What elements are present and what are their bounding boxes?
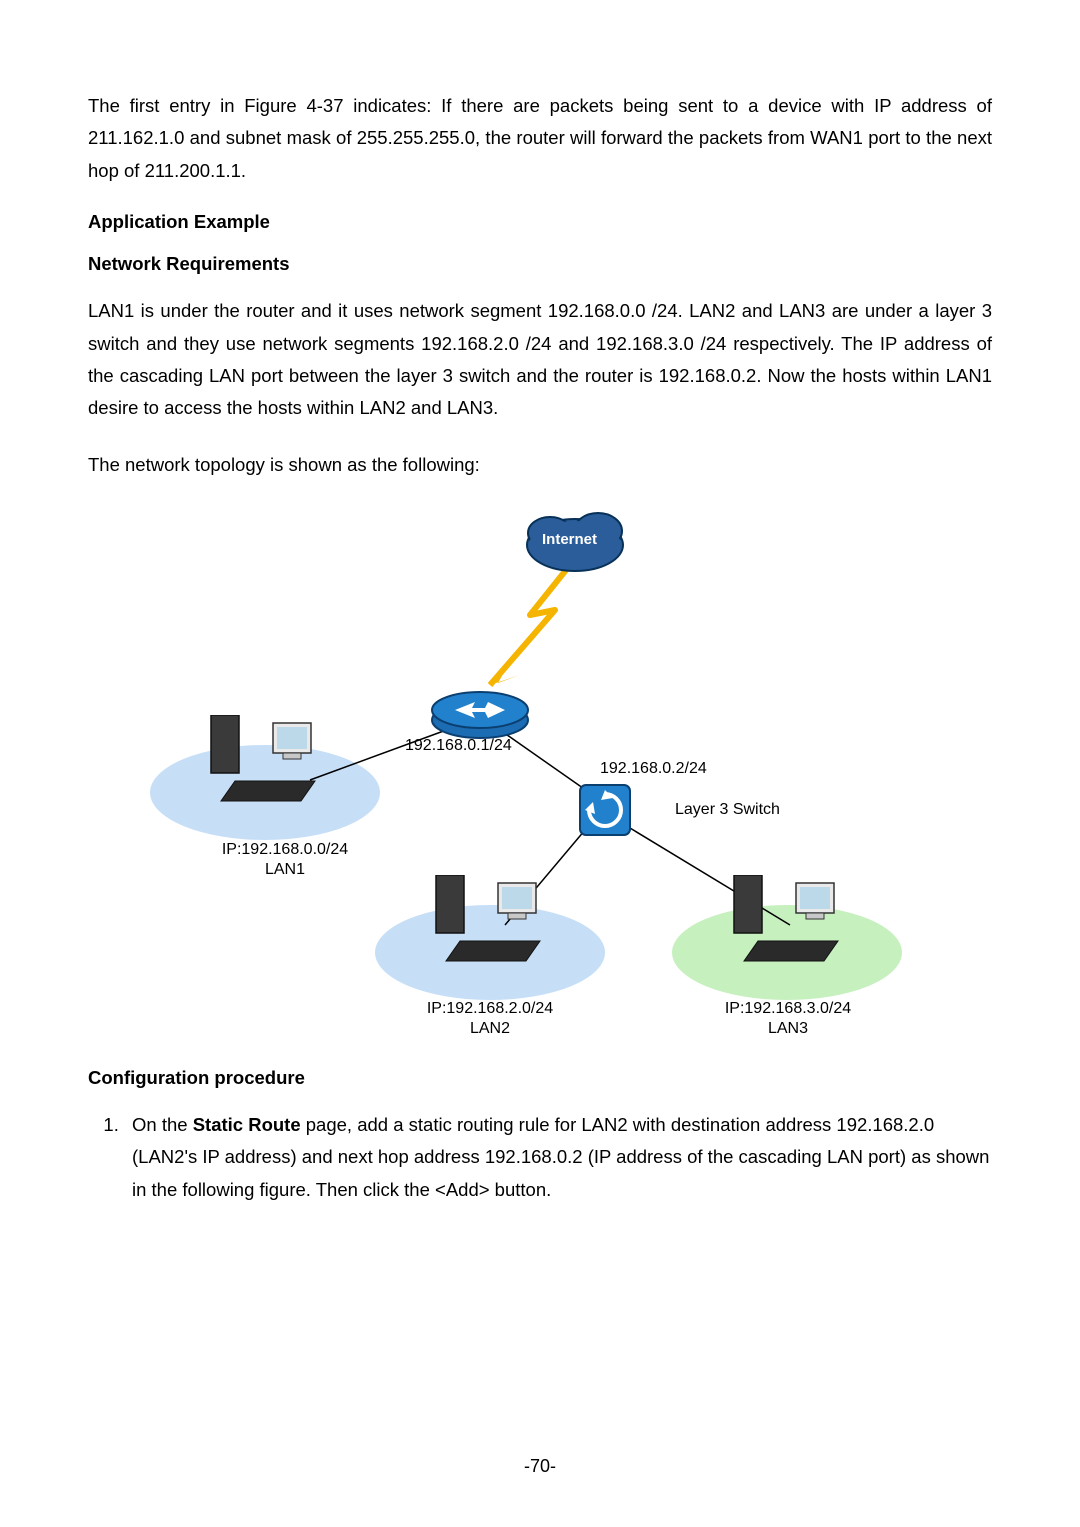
requirements-paragraph: LAN1 is under the router and it uses net…: [88, 295, 992, 425]
pc-lan3-icon: [728, 875, 848, 975]
router-icon: [430, 680, 530, 740]
step1-prefix: On the: [132, 1114, 193, 1135]
page-number: -70-: [0, 1456, 1080, 1477]
intro-paragraph: The first entry in Figure 4-37 indicates…: [88, 90, 992, 187]
switch-ip-label: 192.168.0.2/24: [600, 760, 707, 778]
heading-requirements: Network Requirements: [88, 253, 992, 275]
lan2-ip-label: IP:192.168.2.0/24: [400, 1000, 580, 1018]
pc-lan1-icon: [205, 715, 325, 815]
lan3-ip-label: IP:192.168.3.0/24: [698, 1000, 878, 1018]
network-topology-diagram: Internet: [150, 505, 930, 1045]
lan3-name-label: LAN3: [698, 1020, 878, 1038]
switch-icon: [575, 780, 635, 840]
pc-lan2-icon: [430, 875, 550, 975]
internet-label: Internet: [542, 531, 597, 548]
step1-bold: Static Route: [193, 1114, 301, 1135]
document-page: The first entry in Figure 4-37 indicates…: [0, 0, 1080, 1527]
lan1-name-label: LAN1: [215, 861, 355, 879]
lan2-name-label: LAN2: [400, 1020, 580, 1038]
topology-intro: The network topology is shown as the fol…: [88, 449, 992, 481]
heading-example: Application Example: [88, 211, 992, 233]
procedure-step-1: On the Static Route page, add a static r…: [124, 1109, 992, 1206]
switch-label: Layer 3 Switch: [675, 801, 780, 819]
heading-procedure: Configuration procedure: [88, 1067, 992, 1089]
procedure-list: On the Static Route page, add a static r…: [88, 1109, 992, 1206]
router-ip-label: 192.168.0.1/24: [405, 737, 512, 755]
lan1-ip-label: IP:192.168.0.0/24: [215, 841, 355, 859]
